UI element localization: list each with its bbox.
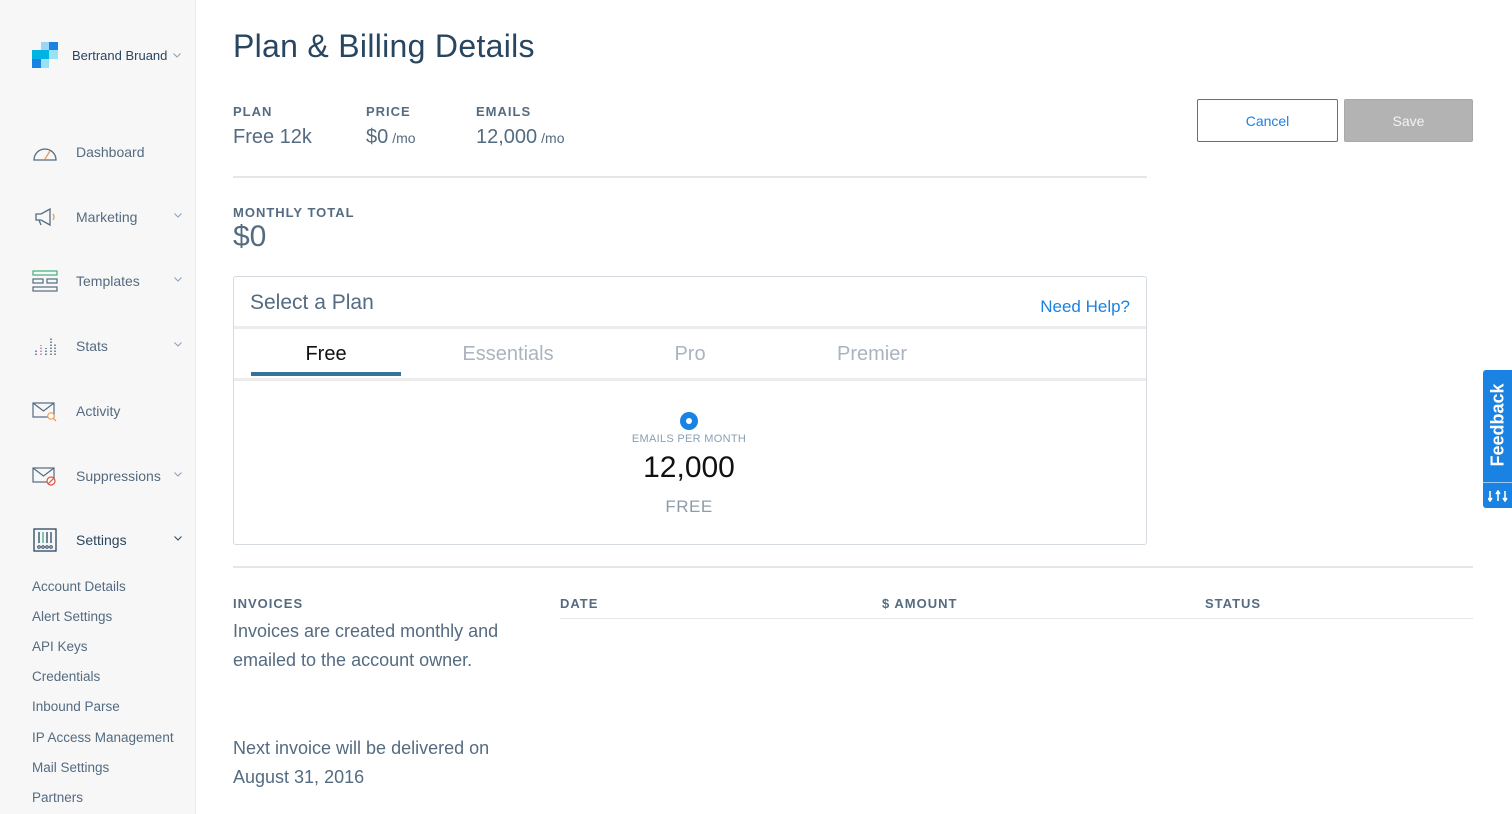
- column-header-amount: $ AMOUNT: [882, 596, 958, 611]
- feedback-icon: [1483, 482, 1512, 508]
- page-title: Plan & Billing Details: [233, 28, 535, 64]
- sidebar-item-label: Stats: [76, 338, 108, 354]
- sendgrid-logo-icon: [32, 42, 58, 68]
- plan-selector-card: Select a Plan Need Help? Free Essentials…: [233, 276, 1147, 545]
- account-switcher[interactable]: Bertrand Bruand: [32, 42, 182, 68]
- tab-essentials[interactable]: Essentials: [433, 343, 583, 366]
- sidebar-subitem-ip-access-management[interactable]: IP Access Management: [32, 730, 174, 745]
- active-tab-indicator: [251, 372, 401, 376]
- sidebar-subitem-credentials[interactable]: Credentials: [32, 669, 100, 684]
- sidebar: Bertrand Bruand Dashboard Marketing Temp…: [0, 0, 196, 814]
- sidebar-subitem-mail-settings[interactable]: Mail Settings: [32, 760, 109, 775]
- chevron-down-icon: [174, 277, 182, 282]
- next-invoice-text: Next invoice will be delivered on August…: [233, 738, 490, 787]
- sidebar-item-settings[interactable]: Settings: [32, 525, 182, 555]
- sidebar-item-label: Suppressions: [76, 468, 161, 484]
- divider: [233, 566, 1473, 568]
- feedback-tab[interactable]: Feedback: [1483, 370, 1512, 508]
- sidebar-subitem-alert-settings[interactable]: Alert Settings: [32, 609, 112, 624]
- account-name: Bertrand Bruand: [72, 47, 168, 63]
- chevron-down-icon: [174, 536, 182, 541]
- sidebar-item-label: Templates: [76, 273, 140, 289]
- chevron-down-icon: [174, 472, 182, 477]
- plan-price-text: FREE: [665, 497, 713, 516]
- plan-value: Free 12k: [233, 126, 312, 149]
- invoices-description: Invoices are created monthly and emailed…: [233, 621, 499, 670]
- chevron-down-icon: [174, 213, 182, 218]
- plan-selector-header: Select a Plan Need Help?: [234, 277, 1146, 329]
- sidebar-subitem-account-details[interactable]: Account Details: [32, 579, 126, 594]
- sidebar-subitem-partners[interactable]: Partners: [32, 790, 83, 805]
- column-header-date: DATE: [560, 596, 599, 611]
- emails-label: EMAILS: [476, 104, 532, 119]
- price-value: $0/mo: [366, 126, 416, 149]
- settings-icon: [32, 527, 58, 553]
- monthly-total-label: MONTHLY TOTAL: [233, 205, 355, 220]
- sidebar-item-activity[interactable]: Activity: [32, 396, 182, 426]
- table-header-divider: [560, 618, 1473, 619]
- divider: [233, 176, 1147, 178]
- emails-per-month-value: 12,000: [643, 451, 735, 484]
- sidebar-item-stats[interactable]: Stats: [32, 331, 182, 361]
- monthly-total-value: $0: [233, 220, 267, 253]
- cancel-button[interactable]: Cancel: [1197, 99, 1338, 142]
- column-header-status: STATUS: [1205, 596, 1262, 611]
- chevron-down-icon: [174, 342, 182, 347]
- megaphone-icon: [32, 204, 58, 230]
- dashboard-icon: [32, 139, 58, 165]
- need-help-link[interactable]: Need Help?: [1040, 297, 1130, 317]
- plan-radio-selected[interactable]: [680, 412, 698, 430]
- stats-icon: [32, 333, 58, 359]
- tab-premier[interactable]: Premier: [797, 343, 947, 366]
- feedback-label: Feedback: [1487, 383, 1507, 467]
- sidebar-subitem-inbound-parse[interactable]: Inbound Parse: [32, 699, 120, 714]
- sidebar-item-label: Dashboard: [76, 144, 145, 160]
- save-button[interactable]: Save: [1344, 99, 1473, 142]
- emails-value: 12,000/mo: [476, 126, 565, 149]
- sidebar-item-label: Marketing: [76, 209, 138, 225]
- price-unit: /mo: [392, 130, 416, 146]
- emails-amount: 12,000: [476, 126, 538, 148]
- activity-icon: [32, 398, 58, 424]
- sidebar-subitem-api-keys[interactable]: API Keys: [32, 639, 88, 654]
- sidebar-item-label: Activity: [76, 403, 121, 419]
- price-label: PRICE: [366, 104, 411, 119]
- tab-free[interactable]: Free: [251, 343, 401, 366]
- sidebar-item-label: Settings: [76, 532, 127, 548]
- emails-unit: /mo: [541, 130, 565, 146]
- sidebar-item-templates[interactable]: Templates: [32, 266, 182, 296]
- sidebar-item-suppressions[interactable]: Suppressions: [32, 461, 182, 491]
- plan-selector-title: Select a Plan: [250, 291, 374, 314]
- templates-icon: [32, 268, 58, 294]
- plan-label: PLAN: [233, 104, 273, 119]
- emails-per-month-label: EMAILS PER MONTH: [631, 433, 747, 445]
- plan-name: Free 12k: [233, 126, 312, 148]
- price-amount: $0: [366, 126, 389, 148]
- tab-pro[interactable]: Pro: [615, 343, 765, 366]
- suppressions-icon: [32, 463, 58, 489]
- sidebar-item-marketing[interactable]: Marketing: [32, 202, 182, 232]
- sidebar-item-dashboard[interactable]: Dashboard: [32, 137, 182, 167]
- chevron-down-icon: [173, 52, 182, 58]
- invoices-label: INVOICES: [233, 596, 304, 611]
